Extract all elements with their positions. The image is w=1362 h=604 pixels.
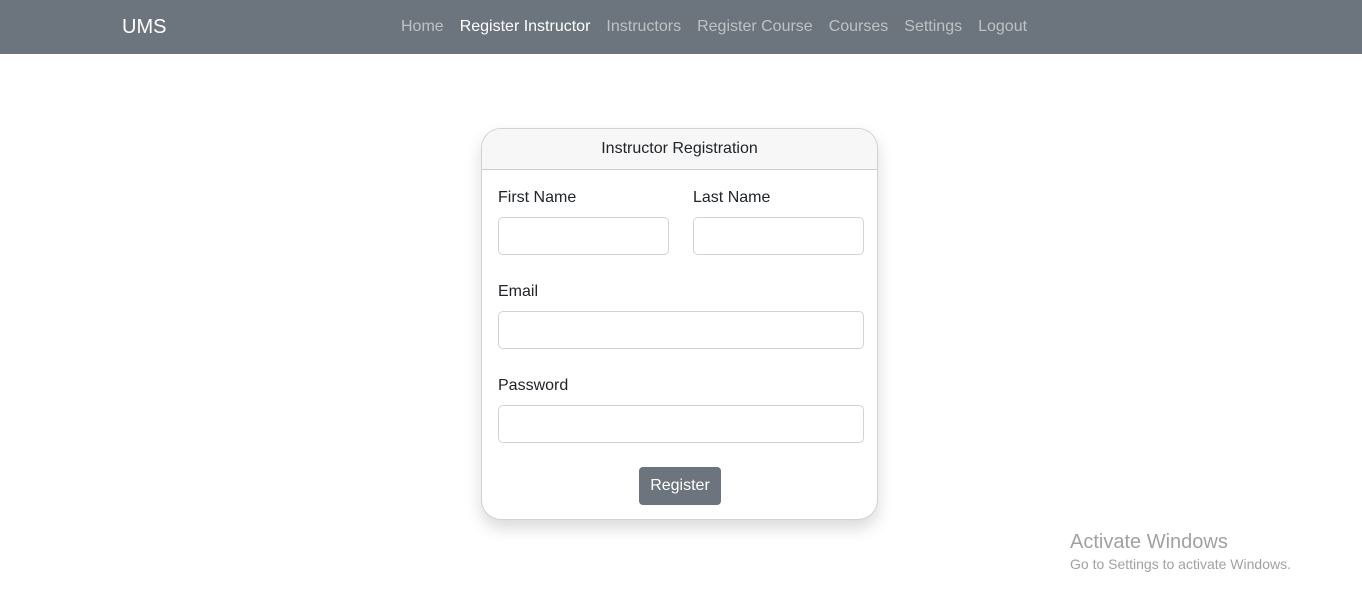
nav-link-courses[interactable]: Courses	[821, 15, 897, 39]
email-label: Email	[498, 283, 539, 300]
activate-windows-watermark: Activate Windows Go to Settings to activ…	[1070, 529, 1291, 573]
register-button[interactable]: Register	[639, 467, 721, 505]
nav-item-home: Home	[393, 15, 452, 39]
registration-card: Instructor Registration First Name Last …	[481, 128, 878, 520]
nav-menu: Home Register Instructor Instructors Reg…	[393, 0, 1035, 54]
password-label: Password	[498, 377, 569, 394]
nav-item-instructors: Instructors	[598, 15, 689, 39]
first-name-label: First Name	[498, 189, 577, 206]
nav-item-logout: Logout	[970, 15, 1035, 39]
nav-item-register-course: Register Course	[689, 15, 821, 39]
watermark-title: Activate Windows	[1070, 531, 1228, 553]
card-title: Instructor Registration	[482, 129, 877, 170]
top-navbar: UMS Home Register Instructor Instructors…	[0, 0, 1362, 54]
nav-link-settings[interactable]: Settings	[896, 15, 970, 39]
brand-logo[interactable]: UMS	[122, 14, 166, 40]
password-input[interactable]	[498, 405, 864, 443]
nav-link-instructors[interactable]: Instructors	[598, 15, 689, 39]
first-name-input[interactable]	[498, 217, 669, 255]
last-name-label: Last Name	[693, 189, 771, 206]
nav-link-home[interactable]: Home	[393, 15, 452, 39]
nav-item-settings: Settings	[896, 15, 970, 39]
nav-link-register-instructor[interactable]: Register Instructor	[452, 15, 599, 39]
nav-item-register-instructor: Register Instructor	[452, 15, 599, 39]
watermark-subtitle: Go to Settings to activate Windows.	[1070, 556, 1291, 572]
email-input[interactable]	[498, 311, 864, 349]
last-name-input[interactable]	[693, 217, 864, 255]
nav-link-register-course[interactable]: Register Course	[689, 15, 821, 39]
nav-link-logout[interactable]: Logout	[970, 15, 1035, 39]
nav-item-courses: Courses	[821, 15, 897, 39]
